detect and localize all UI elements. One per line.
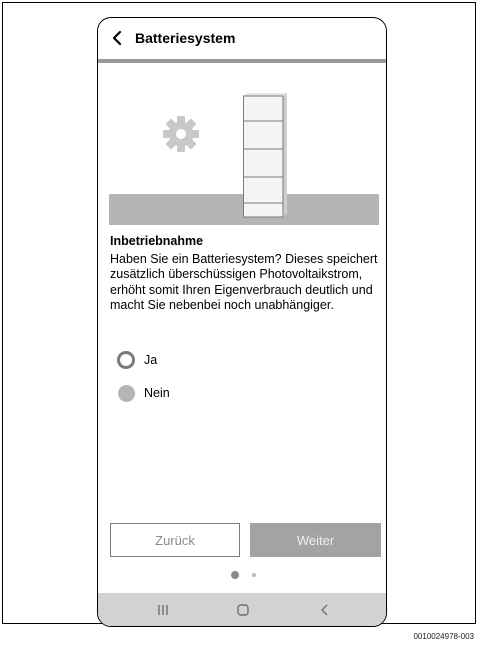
app-header: Batteriesystem <box>98 18 386 63</box>
chevron-left-icon[interactable] <box>109 29 127 47</box>
battery-stack <box>243 93 287 218</box>
battery-illustration <box>109 81 379 226</box>
radio-unselected-icon[interactable] <box>118 384 135 402</box>
section-title: Inbetriebnahme <box>110 234 204 248</box>
page-title: Batteriesystem <box>135 30 236 46</box>
back-button[interactable]: Zurück <box>110 523 240 557</box>
page-indicator-inactive <box>252 573 256 577</box>
radio-selected-icon[interactable] <box>117 351 135 369</box>
home-icon[interactable] <box>232 600 254 620</box>
radio-option-nein[interactable]: Nein <box>117 384 170 402</box>
recents-icon[interactable] <box>152 600 174 620</box>
radio-label-nein: Nein <box>144 386 170 400</box>
page-indicator-active <box>231 571 239 579</box>
radio-option-ja[interactable]: Ja <box>117 351 157 369</box>
figure-caption: 0010024978-003 <box>413 632 474 641</box>
next-button[interactable]: Weiter <box>250 523 381 557</box>
phone-screen: Batteriesystem Inbetriebnahme Haben Sie … <box>97 17 387 627</box>
section-description: Haben Sie ein Batteriesystem? Dieses spe… <box>110 252 378 313</box>
radio-label-ja: Ja <box>144 353 158 367</box>
gear-icon <box>163 116 199 152</box>
back-icon[interactable] <box>314 600 336 620</box>
system-navbar <box>98 593 386 626</box>
